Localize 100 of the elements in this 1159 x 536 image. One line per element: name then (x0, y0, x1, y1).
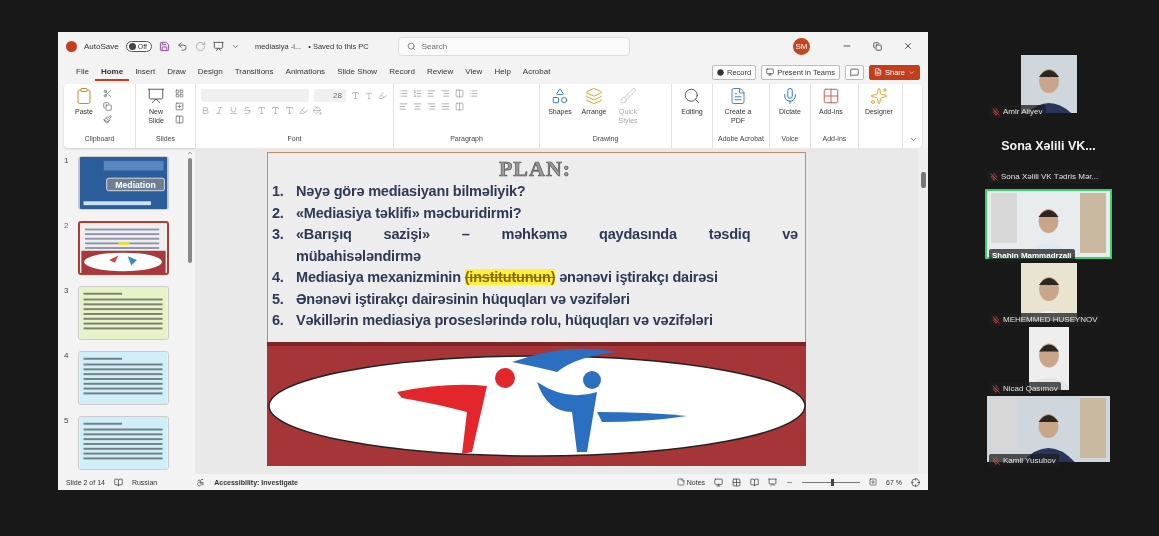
menu-tab[interactable]: Animations (279, 63, 332, 81)
increase-indent-icon[interactable] (441, 89, 450, 98)
list-item: «Mediasiya təklifi» məcburidirmi? (296, 203, 523, 223)
font-size-field[interactable]: 28 (314, 89, 346, 102)
menu-tab[interactable]: Draw (161, 63, 192, 81)
align-right-icon[interactable] (427, 102, 436, 111)
zoom-in-icon[interactable] (869, 478, 878, 486)
font-color-icon[interactable] (313, 106, 322, 115)
notes-icon[interactable] (676, 478, 685, 486)
app-logo-icon (66, 40, 77, 52)
line-spacing-icon[interactable] (469, 89, 478, 98)
collapse-ribbon-icon[interactable] (909, 135, 918, 144)
pdf-icon (729, 87, 747, 105)
bullets-icon[interactable] (399, 89, 408, 98)
scissors-icon[interactable] (103, 89, 112, 98)
autosave-label: AutoSave (84, 41, 119, 51)
shadow-icon[interactable] (257, 106, 266, 115)
menu-tab[interactable]: Help (488, 63, 517, 81)
normal-view-icon[interactable] (714, 477, 724, 487)
menu-tab[interactable]: Design (191, 63, 229, 81)
add-ins-icon (821, 87, 840, 105)
grow-font-icon[interactable] (351, 91, 360, 100)
menu-tab[interactable]: Slide Show (331, 63, 384, 81)
search-icon (683, 87, 701, 105)
clipboard-icon (75, 87, 93, 105)
arrange-icon (585, 87, 603, 105)
close-icon[interactable] (903, 41, 913, 51)
participant-name: MEHEMMED HUSEYNOV (989, 313, 1101, 326)
highlight-icon[interactable] (299, 106, 308, 115)
share-icon (874, 68, 882, 76)
new-slide-icon (147, 87, 165, 105)
menu-tab[interactable]: Record (383, 63, 421, 81)
menu-tab[interactable]: Insert (129, 63, 162, 81)
numbering-icon[interactable] (413, 89, 422, 98)
strikethrough-icon[interactable] (243, 106, 252, 115)
monitor-icon (766, 68, 775, 76)
reading-view-icon[interactable] (750, 477, 760, 487)
list-number: 6. (272, 311, 285, 330)
list-item: Mediasiya mexanizminin (institutunun) ənənəvi iştirakçı dairəsi (296, 268, 719, 287)
menu-tab[interactable]: Home (94, 63, 130, 81)
participant-name: Sona Xəlili VK Tədris Mər... (987, 170, 1102, 183)
columns-icon[interactable] (455, 89, 464, 98)
layout-icon[interactable] (175, 89, 184, 98)
align-center-icon[interactable] (413, 102, 422, 111)
user-avatar[interactable]: SM (793, 37, 810, 55)
underline-icon[interactable] (229, 106, 238, 115)
search-field[interactable]: Search (397, 36, 630, 56)
restore-icon[interactable] (873, 41, 882, 51)
copy-icon[interactable] (103, 102, 112, 111)
accessibility-icon[interactable] (196, 477, 206, 487)
scroll-up-icon[interactable] (187, 150, 193, 156)
zoom-slider[interactable] (831, 478, 835, 486)
list-item: Vəkillərin mediasiya proseslərində rolu, hüquqları və vəzifələri (296, 311, 714, 330)
menu-tab[interactable]: Acrobat (516, 63, 557, 81)
list-number: 2. (272, 203, 285, 223)
case-icon[interactable] (285, 106, 294, 115)
participant-name: Nicad Qasımov (989, 382, 1061, 395)
search-icon (406, 41, 416, 51)
align-left-icon[interactable] (399, 102, 408, 111)
comment-icon (850, 67, 859, 77)
paintbrush-icon[interactable] (103, 115, 112, 124)
slide-sorter-icon[interactable] (732, 477, 742, 487)
text-direction-icon[interactable] (455, 102, 464, 111)
list-number: 1. (272, 182, 285, 201)
bold-icon[interactable] (201, 106, 210, 115)
undo-icon[interactable] (176, 40, 188, 52)
slide-number: 1 (64, 156, 70, 167)
list-item: Ənənəvi iştirakçı dairəsinin hüquqları və vəzifələri (296, 289, 631, 309)
menu-tab[interactable]: Review (420, 63, 460, 81)
save-icon[interactable] (158, 40, 170, 52)
slide-thumbnail[interactable] (79, 287, 168, 339)
designer-icon (869, 87, 888, 105)
decrease-indent-icon[interactable] (427, 89, 436, 98)
shapes-icon (551, 87, 569, 105)
redo-icon[interactable] (194, 40, 206, 52)
spacing-icon[interactable] (271, 106, 280, 115)
spelling-icon[interactable] (113, 477, 123, 487)
present-icon[interactable] (212, 40, 224, 52)
menu-tab[interactable]: Transitions (228, 63, 280, 81)
justify-icon[interactable] (441, 102, 450, 111)
fit-slide-icon[interactable] (911, 477, 920, 487)
section-icon[interactable] (175, 115, 184, 124)
scrollbar[interactable] (918, 148, 928, 474)
slide-thumbnail[interactable]: Mediation (79, 157, 168, 209)
clear-formatting-icon[interactable] (378, 91, 387, 100)
shrink-font-icon[interactable] (365, 91, 373, 100)
participant-name: Kamil Yusubov (989, 454, 1059, 467)
slide-thumbnail[interactable] (79, 352, 168, 404)
slide-number: 4 (64, 351, 70, 362)
menu-tab[interactable]: File (70, 63, 95, 81)
menu-tab[interactable]: View (459, 63, 489, 81)
italic-icon[interactable] (215, 106, 224, 115)
list-number: 5. (272, 289, 285, 309)
participant-name: Shahin Mammadrzali (989, 249, 1075, 262)
slide-number: 2 (64, 221, 70, 232)
list-number: 3. (272, 225, 285, 244)
slide-thumbnail[interactable] (79, 417, 168, 469)
comments-button[interactable] (845, 64, 864, 80)
reuse-slides-icon[interactable] (175, 102, 184, 111)
slideshow-icon[interactable] (768, 477, 778, 487)
